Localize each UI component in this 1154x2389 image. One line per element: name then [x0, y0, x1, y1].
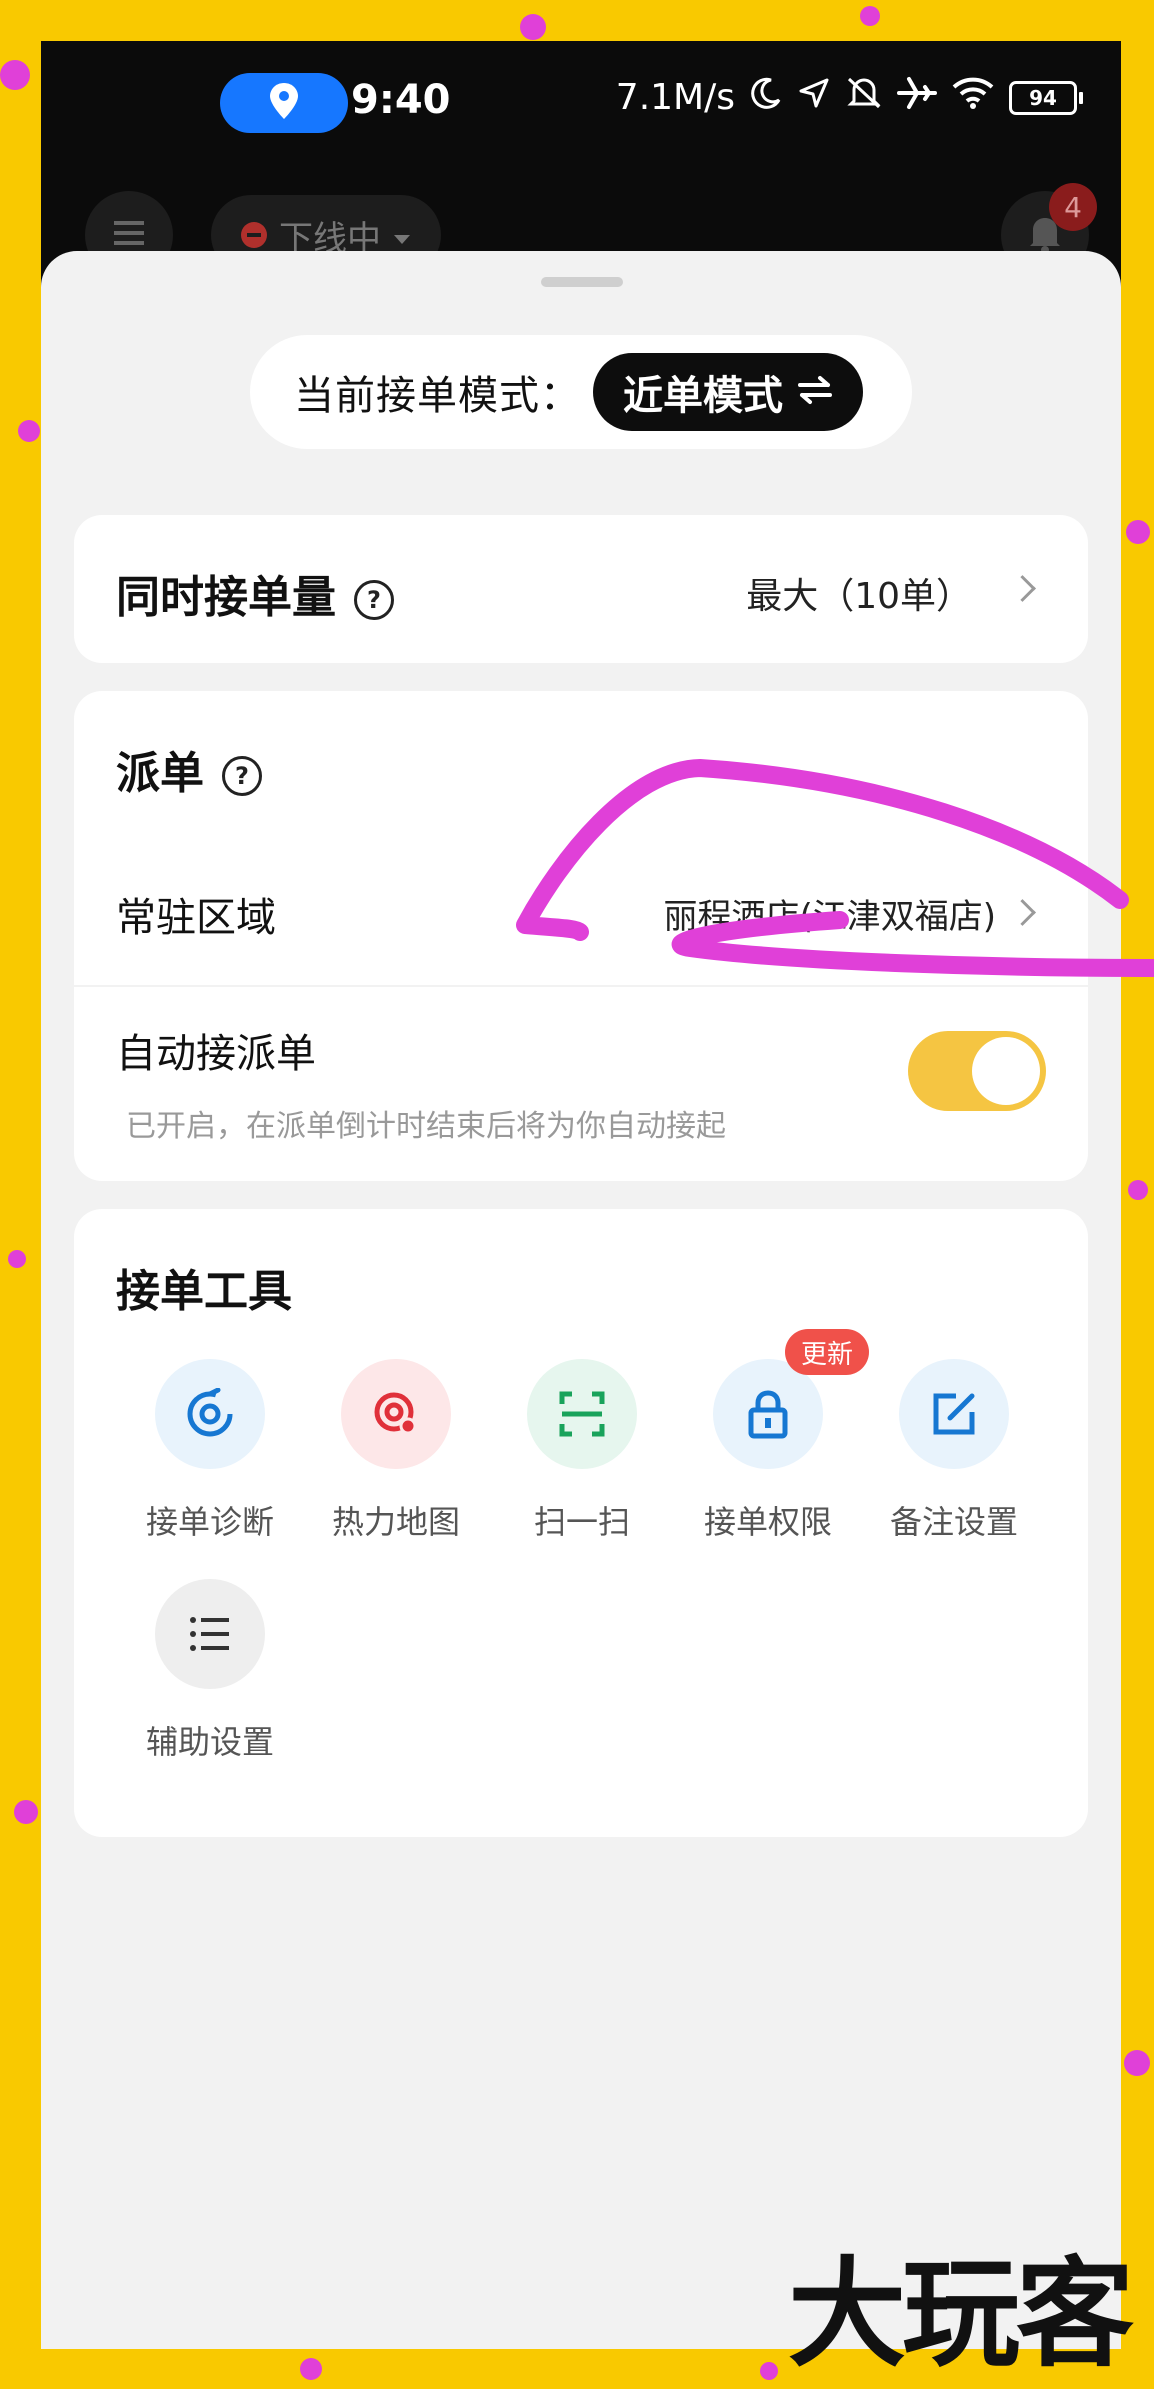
switch-arrows-icon: [797, 369, 833, 415]
status-icons: 7.1M/s 94: [615, 75, 1083, 120]
airplane-icon: [897, 75, 937, 120]
location-pill[interactable]: [220, 73, 348, 133]
tool-diagnosis[interactable]: 接单诊断: [135, 1359, 285, 1543]
order-mode-value: 近单模式: [623, 373, 783, 419]
help-icon[interactable]: ?: [354, 580, 394, 620]
frame-dot: [8, 1250, 26, 1268]
frame-dot: [520, 14, 546, 40]
dispatch-title: 派单: [116, 748, 204, 799]
list-icon: [155, 1579, 265, 1689]
chevron-right-icon: [1009, 899, 1036, 926]
diagnosis-icon: [155, 1359, 265, 1469]
dispatch-title-row: 派单?: [116, 737, 262, 801]
phone-screen: 9:40 7.1M/s 94 下线中 4 当前接单模式： 近单模式 同时接单量 …: [41, 41, 1121, 2349]
tool-notes-settings[interactable]: 备注设置: [879, 1359, 1029, 1543]
auto-accept-hint: 已开启，在派单倒计时结束后将为你自动接起: [126, 1109, 726, 1144]
dispatch-card: 派单? 常驻区域 丽程酒店(江津双福店) 自动接派单 已开启，在派单倒计时结束后…: [74, 691, 1088, 1181]
order-tools-title: 接单工具: [116, 1266, 292, 1317]
divider: [74, 985, 1088, 987]
battery-indicator: 94: [1009, 80, 1083, 115]
offline-status-icon: [241, 222, 267, 248]
order-mode-switch-button[interactable]: 近单模式: [593, 353, 863, 431]
tool-label: 接单权限: [703, 1503, 832, 1541]
status-bar: 9:40 7.1M/s 94: [41, 41, 1121, 161]
auto-accept-label: 自动接派单: [116, 1031, 316, 1077]
hamburger-icon: [111, 218, 147, 252]
tool-scan[interactable]: 扫一扫: [507, 1359, 657, 1543]
tool-label: 扫一扫: [533, 1503, 630, 1541]
edit-icon: [899, 1359, 1009, 1469]
frame-dot: [860, 6, 880, 26]
concurrent-orders-value: 最大（10单）: [746, 576, 972, 617]
watermark-logo: 大玩客: [787, 2244, 1134, 2383]
notification-count-badge: 4: [1049, 183, 1097, 231]
caret-down-icon: [393, 215, 411, 255]
update-badge: 更新: [785, 1329, 870, 1375]
clock: 9:40: [351, 77, 451, 123]
tool-heatmap[interactable]: 热力地图: [321, 1359, 471, 1543]
tool-permissions[interactable]: 接单权限 更新: [693, 1329, 870, 1543]
sheet-drag-handle[interactable]: [541, 277, 623, 287]
frame-dot: [18, 420, 40, 442]
tool-label: 辅助设置: [145, 1723, 274, 1761]
order-tools-card: 接单工具 接单诊断 热力地图 扫一扫 接单权限 更新 备注设置 辅助设置: [74, 1209, 1088, 1837]
heatmap-icon: [341, 1359, 451, 1469]
concurrent-orders-title: 同时接单量: [116, 572, 336, 623]
order-mode-label: 当前接单模式：: [294, 373, 581, 419]
concurrent-orders-title-row: 同时接单量?: [116, 561, 394, 625]
frame-dot: [1126, 520, 1150, 544]
mute-icon: [845, 75, 883, 120]
frame-dot: [760, 2362, 778, 2380]
resident-area-value: 丽程酒店(江津双福店): [663, 897, 996, 937]
location-icon: [267, 81, 301, 125]
tool-label: 接单诊断: [145, 1503, 274, 1541]
tool-label: 热力地图: [331, 1503, 460, 1541]
resident-area-label: 常驻区域: [116, 895, 276, 941]
order-mode-bar: 当前接单模式： 近单模式: [250, 335, 912, 449]
frame-dot: [14, 1800, 38, 1824]
tool-assist-settings[interactable]: 辅助设置: [135, 1579, 285, 1763]
net-speed: 7.1M/s: [615, 77, 735, 118]
moon-icon: [749, 76, 783, 119]
help-icon[interactable]: ?: [222, 756, 262, 796]
chevron-right-icon: [1009, 575, 1036, 602]
frame-dot: [1124, 2050, 1150, 2076]
navigation-icon: [797, 76, 831, 119]
order-settings-sheet: 当前接单模式： 近单模式 同时接单量? 最大（10单） 派单? 常驻区域 丽程酒…: [41, 251, 1121, 2349]
wifi-icon: [951, 76, 995, 119]
auto-accept-toggle[interactable]: [908, 1031, 1046, 1111]
resident-area-row[interactable]: 常驻区域 丽程酒店(江津双福店): [74, 841, 1088, 981]
lock-icon: [713, 1359, 823, 1469]
concurrent-orders-card[interactable]: 同时接单量? 最大（10单）: [74, 515, 1088, 663]
toggle-knob: [972, 1037, 1040, 1105]
frame-dot: [0, 60, 30, 90]
tool-label: 备注设置: [889, 1503, 1018, 1541]
frame-dot: [300, 2358, 322, 2380]
frame-dot: [1128, 1180, 1148, 1200]
scan-icon: [527, 1359, 637, 1469]
